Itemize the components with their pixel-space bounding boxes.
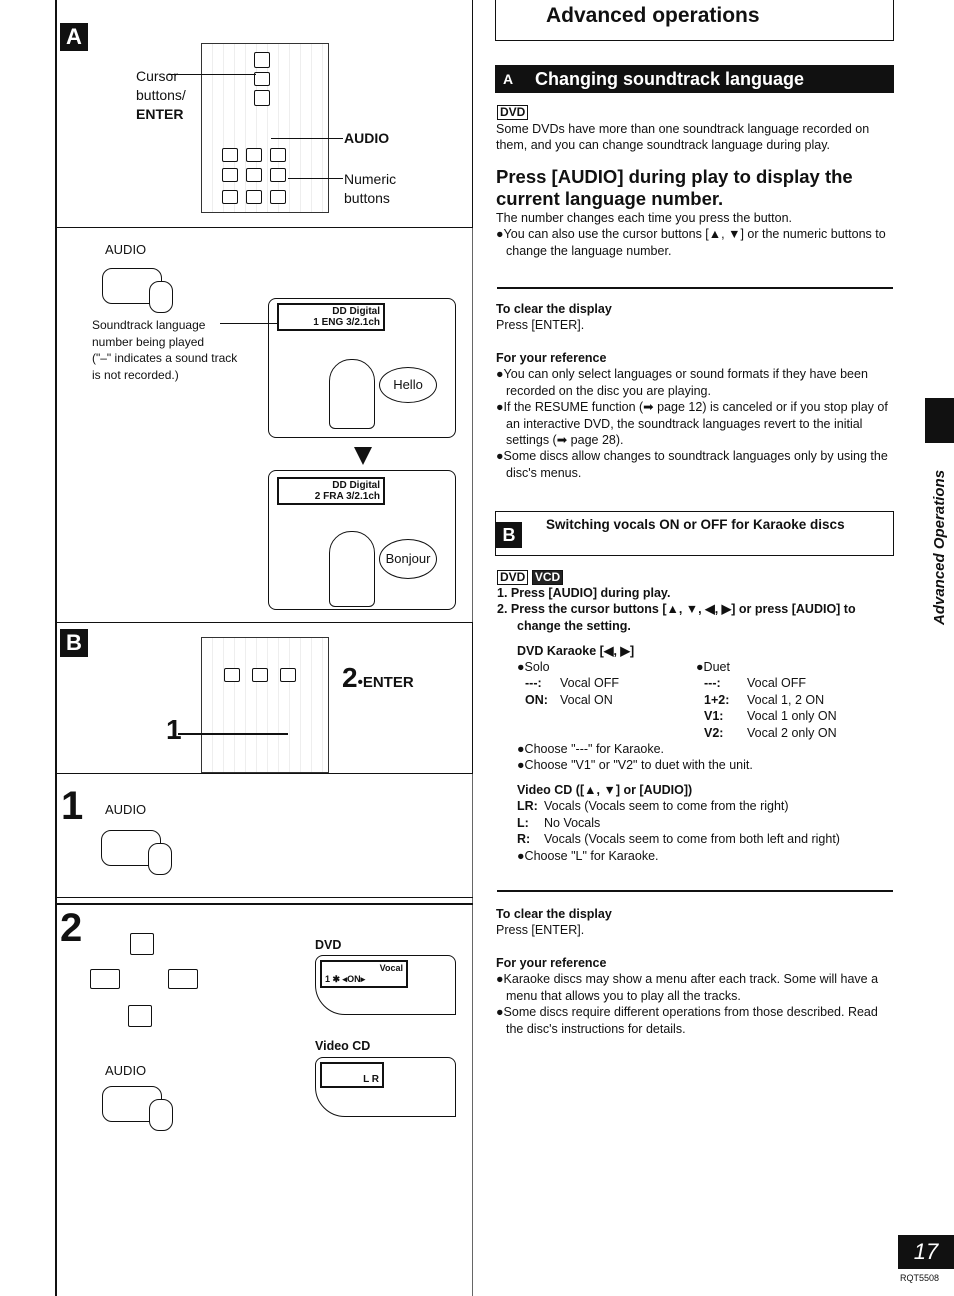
page-header: Advanced operations [495, 0, 894, 41]
section-a-label: A [60, 23, 88, 51]
karaoke-notes: ●Choose "---" for Karaoke. ●Choose "V1" o… [517, 742, 753, 773]
tv-screen-english: DD Digital 1 ENG 3/2.1ch Hello [268, 298, 456, 438]
dvd-label: DVD [315, 938, 342, 952]
heading-notes: The number changes each time you press t… [496, 211, 886, 258]
down-arrow-icon [354, 447, 372, 465]
step2-enter-label: 2•ENTER [342, 662, 414, 693]
vcd-options: Video CD ([▲, ▼] or [AUDIO]) LR: Vocals (… [517, 783, 840, 863]
section-b-label: B [60, 629, 88, 657]
osd-display: DD Digital 2 FRA 3/2.1ch [277, 477, 385, 505]
audio-button-label: AUDIO [344, 130, 390, 146]
audio-label: AUDIO [105, 242, 147, 257]
remote-control-illustration [201, 43, 329, 213]
step1-label: 1 [166, 714, 182, 745]
disc-tags: DVD VCD [497, 569, 564, 585]
tv-screen-french: DD Digital 2 FRA 3/2.1ch Bonjour [268, 470, 456, 610]
karaoke-steps: 1. Press [AUDIO] during play. 2. Press th… [497, 586, 856, 633]
intro-text: Some DVDs have more than one soundtrack … [496, 122, 870, 153]
step-number: 1 [61, 784, 84, 828]
soundtrack-note: Soundtrack language number being played ("… [92, 318, 238, 382]
duet-options: ●Duet ---: Vocal OFF 1+2: Vocal 1, 2 ON V1… [696, 660, 837, 740]
section-b-figure: B 2•ENTER 1 [55, 622, 473, 774]
page-title: Advanced operations [546, 4, 760, 27]
step1-panel: 1 AUDIO [55, 774, 473, 898]
section-a-banner: A Changing soundtrack language [495, 65, 894, 93]
hand-press-icon [102, 1086, 173, 1131]
girl-illustration [329, 359, 375, 429]
karaoke-section-header: B Switching vocals ON or OFF for Karaoke… [495, 511, 894, 556]
reference-1: For your reference ●You can only select l… [496, 351, 888, 480]
remote-control-illustration [201, 637, 329, 773]
audio-label: AUDIO [105, 1063, 147, 1078]
clear-display-2: To clear the display Press [ENTER]. [496, 907, 612, 938]
document-code: RQT5508 [900, 1273, 940, 1283]
step-heading: Press [AUDIO] during play to display the… [496, 166, 853, 209]
right-cursor-button [168, 969, 198, 989]
side-tab-marker [925, 398, 954, 443]
reference-2: For your reference ●Karaoke discs may sho… [496, 956, 879, 1036]
dvd-screen: Vocal 1 ✱ ◂ON▸ [315, 955, 456, 1015]
cursor-label: Cursor buttons/ENTER [136, 68, 186, 122]
section-title: Switching vocals ON or OFF for Karaoke d… [546, 517, 845, 532]
video-cd-label: Video CD [315, 1039, 371, 1053]
speech-bubble: Hello [379, 367, 437, 403]
page-number: 17 [898, 1235, 954, 1269]
down-cursor-button [128, 1005, 152, 1027]
hand-press-icon [101, 830, 172, 875]
girl-illustration [329, 531, 375, 607]
hand-press-icon [102, 268, 173, 313]
dvd-karaoke-title: DVD Karaoke [◀, ▶] [517, 644, 635, 658]
section-title: Changing soundtrack language [535, 69, 805, 89]
up-cursor-button [130, 933, 154, 955]
osd-display: DD Digital 1 ENG 3/2.1ch [277, 303, 385, 331]
vcd-screen: L R [315, 1057, 456, 1117]
step-number: 2 [60, 906, 83, 950]
numeric-label: Numeric buttons [344, 171, 397, 206]
side-tab-label: Advanced Operations [931, 469, 948, 625]
speech-bubble: Bonjour [379, 539, 437, 579]
audio-label: AUDIO [105, 802, 147, 817]
left-cursor-button [90, 969, 120, 989]
clear-display-1: To clear the display Press [ENTER]. [496, 302, 612, 333]
section-a-figure: A Cursor buttons/ENTER AUDIO Numeric butto… [55, 0, 473, 228]
dvd-tag: DVD [497, 104, 529, 120]
solo-options: ●Solo ---: Vocal OFF ON: Vocal ON [517, 660, 620, 707]
